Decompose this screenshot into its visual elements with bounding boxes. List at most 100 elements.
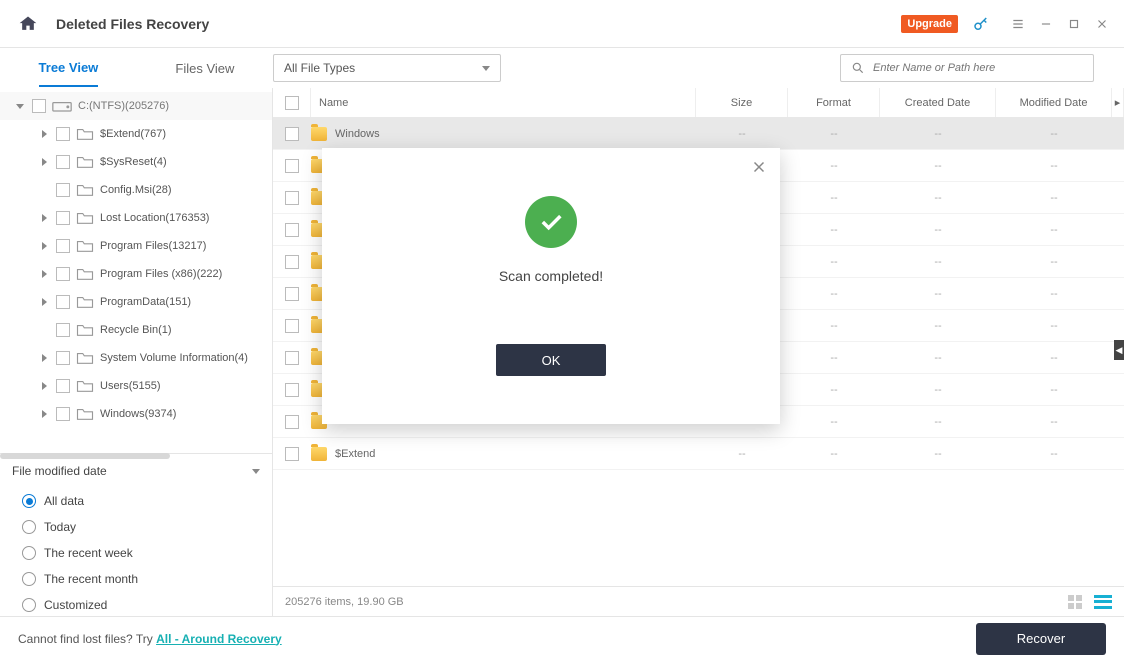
- tree-checkbox[interactable]: [56, 183, 70, 197]
- tab-files-view[interactable]: Files View: [175, 51, 234, 86]
- tree-root[interactable]: C:(NTFS)(205276): [0, 92, 272, 120]
- cell-created: --: [880, 384, 996, 396]
- tree-item[interactable]: Users(5155): [0, 372, 272, 400]
- cell-created: --: [880, 256, 996, 268]
- tree-item[interactable]: Windows(9374): [0, 400, 272, 428]
- minimize-icon[interactable]: [1032, 10, 1060, 38]
- folder-icon: [76, 267, 94, 281]
- tree-checkbox[interactable]: [56, 323, 70, 337]
- upgrade-button[interactable]: Upgrade: [901, 15, 958, 33]
- close-window-icon[interactable]: [1088, 10, 1116, 38]
- key-icon[interactable]: [972, 15, 990, 33]
- filter-panel-title: File modified date: [12, 464, 107, 478]
- tree-checkbox[interactable]: [56, 267, 70, 281]
- tree-checkbox[interactable]: [56, 239, 70, 253]
- recover-button[interactable]: Recover: [976, 623, 1106, 655]
- dialog-message: Scan completed!: [322, 268, 780, 284]
- cell-format: --: [788, 160, 880, 172]
- row-checkbox[interactable]: [285, 351, 299, 365]
- tree-checkbox[interactable]: [56, 295, 70, 309]
- window-title: Deleted Files Recovery: [56, 16, 209, 32]
- home-icon[interactable]: [18, 14, 38, 34]
- select-all-checkbox[interactable]: [285, 96, 299, 110]
- radio-option[interactable]: Today: [12, 514, 260, 540]
- folder-icon: [311, 447, 327, 461]
- tree-checkbox[interactable]: [56, 379, 70, 393]
- cell-created: --: [880, 288, 996, 300]
- row-checkbox[interactable]: [285, 191, 299, 205]
- ok-button[interactable]: OK: [496, 344, 606, 376]
- tree-item[interactable]: ProgramData(151): [0, 288, 272, 316]
- row-checkbox[interactable]: [285, 415, 299, 429]
- scan-complete-dialog: Scan completed! OK: [322, 148, 780, 424]
- all-around-recovery-link[interactable]: All - Around Recovery: [156, 632, 282, 646]
- tree-item[interactable]: Program Files(13217): [0, 232, 272, 260]
- tree-item[interactable]: Config.Msi(28): [0, 176, 272, 204]
- search-input[interactable]: [873, 62, 1083, 74]
- file-type-filter[interactable]: All File Types: [273, 54, 501, 82]
- search-icon: [851, 61, 865, 75]
- cell-modified: --: [996, 416, 1112, 428]
- row-checkbox[interactable]: [285, 383, 299, 397]
- cell-format: --: [788, 128, 880, 140]
- table-row[interactable]: $Extend--------: [273, 438, 1124, 470]
- close-dialog-icon[interactable]: [750, 158, 768, 176]
- radio-option[interactable]: The recent week: [12, 540, 260, 566]
- radio-option[interactable]: The recent month: [12, 566, 260, 592]
- tree-item[interactable]: Program Files (x86)(222): [0, 260, 272, 288]
- tree-checkbox[interactable]: [56, 211, 70, 225]
- radio-option[interactable]: Customized: [12, 592, 260, 618]
- radio-icon: [22, 598, 36, 612]
- chevron-down-icon[interactable]: [252, 469, 260, 474]
- tree-checkbox[interactable]: [56, 351, 70, 365]
- cell-format: --: [788, 384, 880, 396]
- tree-item[interactable]: System Volume Information(4): [0, 344, 272, 372]
- tab-tree-view[interactable]: Tree View: [39, 50, 99, 87]
- tree-checkbox[interactable]: [56, 407, 70, 421]
- search-box[interactable]: [840, 54, 1094, 82]
- folder-icon: [76, 407, 94, 421]
- folder-icon: [76, 155, 94, 169]
- column-scroll-right-icon[interactable]: ▸: [1112, 88, 1124, 117]
- tree-checkbox[interactable]: [32, 99, 46, 113]
- row-checkbox[interactable]: [285, 223, 299, 237]
- row-checkbox[interactable]: [285, 127, 299, 141]
- collapse-panel-icon[interactable]: ◀: [1114, 340, 1124, 360]
- radio-option[interactable]: All data: [12, 488, 260, 514]
- menu-icon[interactable]: [1004, 10, 1032, 38]
- cell-modified: --: [996, 256, 1112, 268]
- grid-view-icon[interactable]: [1068, 595, 1086, 609]
- tree-item[interactable]: $SysReset(4): [0, 148, 272, 176]
- tree-item[interactable]: $Extend(767): [0, 120, 272, 148]
- radio-icon: [22, 572, 36, 586]
- folder-icon: [76, 379, 94, 393]
- list-view-icon[interactable]: [1094, 595, 1112, 609]
- cell-created: --: [880, 320, 996, 332]
- tree-item[interactable]: Lost Location(176353): [0, 204, 272, 232]
- column-header-format[interactable]: Format: [788, 88, 880, 117]
- cell-format: --: [788, 352, 880, 364]
- row-checkbox[interactable]: [285, 159, 299, 173]
- column-header-created[interactable]: Created Date: [880, 88, 996, 117]
- row-checkbox[interactable]: [285, 255, 299, 269]
- tree-checkbox[interactable]: [56, 127, 70, 141]
- tree-item[interactable]: Recycle Bin(1): [0, 316, 272, 344]
- row-checkbox[interactable]: [285, 287, 299, 301]
- column-header-size[interactable]: Size: [696, 88, 788, 117]
- column-header-name[interactable]: Name: [311, 88, 696, 117]
- row-checkbox[interactable]: [285, 447, 299, 461]
- table-row[interactable]: Windows--------: [273, 118, 1124, 150]
- cell-modified: --: [996, 448, 1112, 460]
- row-checkbox[interactable]: [285, 319, 299, 333]
- tree-checkbox[interactable]: [56, 155, 70, 169]
- drive-icon: [52, 99, 72, 113]
- file-name: $Extend: [335, 448, 375, 460]
- cell-format: --: [788, 288, 880, 300]
- cell-modified: --: [996, 352, 1112, 364]
- cell-created: --: [880, 448, 996, 460]
- column-header-modified[interactable]: Modified Date: [996, 88, 1112, 117]
- file-type-filter-label: All File Types: [284, 61, 355, 75]
- maximize-icon[interactable]: [1060, 10, 1088, 38]
- cell-format: --: [788, 256, 880, 268]
- cell-created: --: [880, 128, 996, 140]
